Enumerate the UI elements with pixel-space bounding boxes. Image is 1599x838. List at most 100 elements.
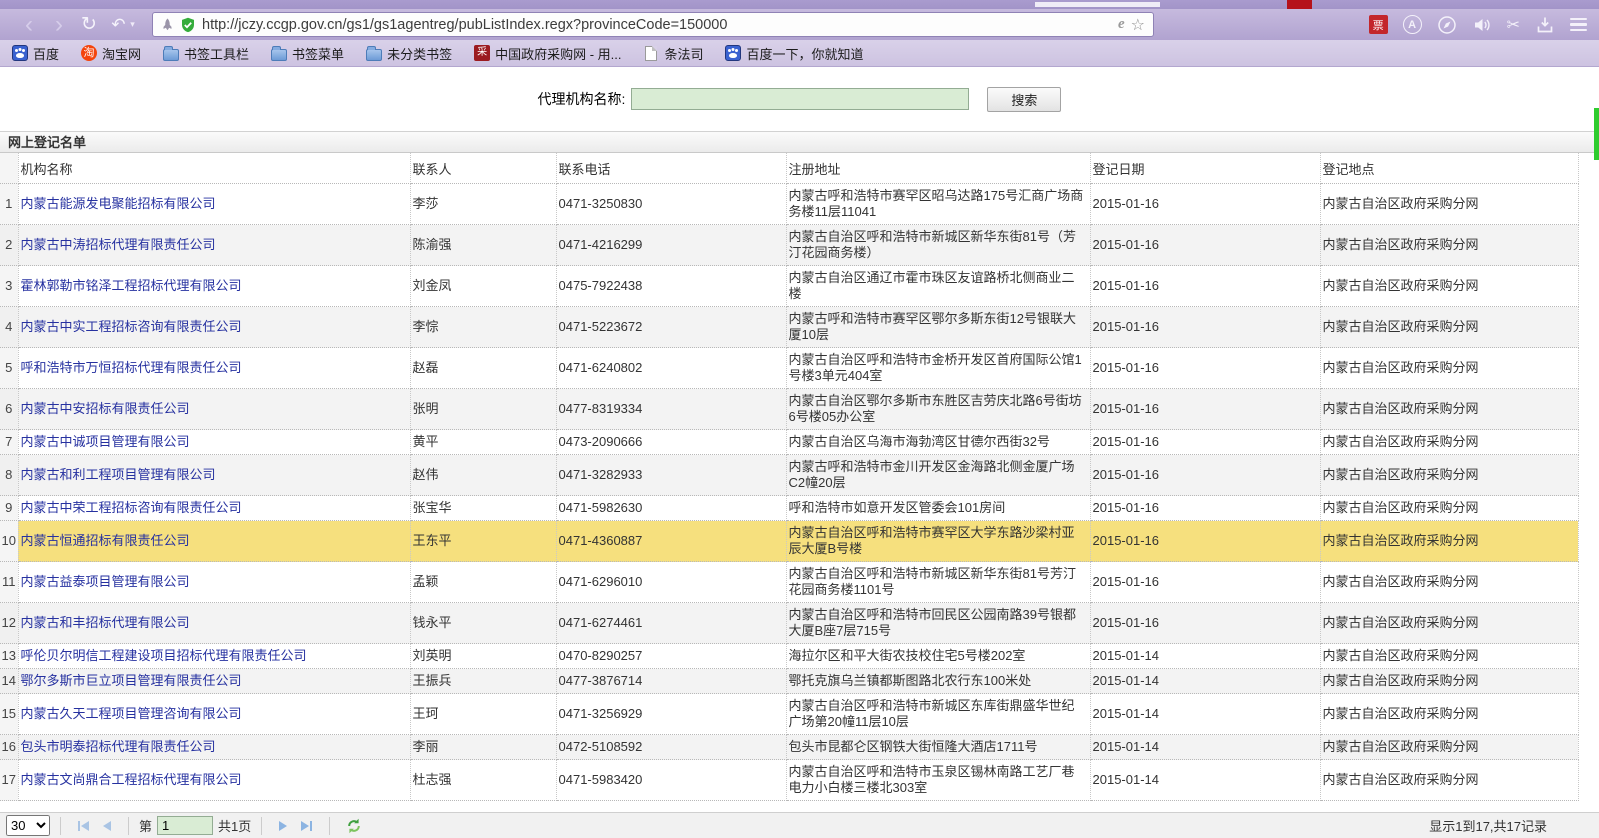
table-row[interactable]: 2内蒙古中涛招标代理有限责任公司陈渝强0471-4216299内蒙古自治区呼和浩… [0, 225, 1578, 266]
agency-name-link[interactable]: 内蒙古中实工程招标咨询有限责任公司 [21, 319, 242, 334]
bookmark-label: 条法司 [664, 44, 703, 63]
menu-icon[interactable] [1570, 18, 1587, 32]
scissors-icon[interactable]: ✂ [1507, 15, 1520, 35]
table-row[interactable]: 7内蒙古中诚项目管理有限公司黄平0473-2090666内蒙古自治区乌海市海勃湾… [0, 430, 1578, 455]
first-page-button[interactable] [78, 821, 89, 831]
agency-name-cell[interactable]: 内蒙古中安招标有限责任公司 [18, 389, 410, 430]
agency-name-link[interactable]: 内蒙古中诚项目管理有限公司 [21, 434, 190, 449]
agency-name-cell[interactable]: 内蒙古能源发电聚能招标有限公司 [18, 184, 410, 225]
row-number-cell: 1 [0, 184, 18, 225]
agency-name-cell[interactable]: 内蒙古中诚项目管理有限公司 [18, 430, 410, 455]
agency-name-link[interactable]: 呼和浩特市万恒招标代理有限责任公司 [21, 360, 242, 375]
date-cell: 2015-01-16 [1090, 521, 1320, 562]
reload-icon[interactable]: ↻ [74, 14, 104, 36]
agency-name-link[interactable]: 内蒙古恒通招标有限责任公司 [21, 533, 190, 548]
agency-name-link[interactable]: 内蒙古和丰招标代理有限公司 [21, 615, 190, 630]
date-cell: 2015-01-14 [1090, 760, 1320, 801]
table-row[interactable]: 11内蒙古益泰项目管理有限公司孟颖0471-6296010内蒙古自治区呼和浩特市… [0, 562, 1578, 603]
agency-name-link[interactable]: 内蒙古久天工程项目管理咨询有限公司 [21, 706, 242, 721]
agency-name-link[interactable]: 包头市明泰招标代理有限责任公司 [21, 739, 216, 754]
next-page-button[interactable] [279, 821, 287, 831]
bookmark-star-icon[interactable]: ☆ [1131, 15, 1145, 35]
agency-name-cell[interactable]: 呼伦贝尔明信工程建设项目招标代理有限责任公司 [18, 644, 410, 669]
contact-cell: 赵伟 [410, 455, 556, 496]
undo-icon[interactable]: ↶ ▾ [104, 13, 142, 36]
agency-name-link[interactable]: 霍林郭勒市铭泽工程招标代理有限公司 [21, 278, 242, 293]
folder-icon [366, 49, 382, 61]
bookmark-item[interactable]: 采中国政府采购网 - 用... [474, 44, 621, 63]
agency-name-link[interactable]: 呼伦贝尔明信工程建设项目招标代理有限责任公司 [21, 648, 307, 663]
agency-name-link[interactable]: 内蒙古和利工程项目管理有限公司 [21, 467, 216, 482]
agency-name-cell[interactable]: 霍林郭勒市铭泽工程招标代理有限公司 [18, 266, 410, 307]
table-row[interactable]: 3霍林郭勒市铭泽工程招标代理有限公司刘金凤0475-7922438内蒙古自治区通… [0, 266, 1578, 307]
circled-a-icon[interactable]: A [1403, 15, 1422, 34]
ticket-icon[interactable]: 票 [1369, 15, 1388, 34]
bookmark-item[interactable]: 书签菜单 [271, 44, 344, 63]
ie-compat-icon[interactable]: e [1118, 16, 1125, 33]
page-number-input[interactable] [157, 816, 213, 835]
table-row[interactable]: 9内蒙古中荣工程招标咨询有限责任公司张宝华0471-5982630呼和浩特市如意… [0, 496, 1578, 521]
agency-name-cell[interactable]: 内蒙古久天工程项目管理咨询有限公司 [18, 694, 410, 735]
table-row[interactable]: 5呼和浩特市万恒招标代理有限责任公司赵磊0471-6240802内蒙古自治区呼和… [0, 348, 1578, 389]
agency-name-cell[interactable]: 包头市明泰招标代理有限责任公司 [18, 735, 410, 760]
column-header: 联系电话 [556, 153, 786, 184]
agency-name-cell[interactable]: 内蒙古和利工程项目管理有限公司 [18, 455, 410, 496]
bookmark-item[interactable]: 百度一下，你就知道 [725, 44, 863, 63]
search-button[interactable]: 搜索 [987, 87, 1061, 112]
phone-cell: 0477-8319334 [556, 389, 786, 430]
table-row[interactable]: 17内蒙古文尚鼎合工程招标代理有限公司杜志强0471-5983420内蒙古自治区… [0, 760, 1578, 801]
address-cell: 内蒙古自治区呼和浩特市新城区新华东街81号（芳汀花园商务楼） [786, 225, 1090, 266]
agency-name-cell[interactable]: 内蒙古益泰项目管理有限公司 [18, 562, 410, 603]
agency-name-link[interactable]: 内蒙古益泰项目管理有限公司 [21, 574, 190, 589]
agency-name-cell[interactable]: 内蒙古恒通招标有限责任公司 [18, 521, 410, 562]
table-row[interactable]: 13呼伦贝尔明信工程建设项目招标代理有限责任公司刘英明0470-8290257海… [0, 644, 1578, 669]
section-title: 网上登记名单 [0, 131, 1599, 153]
agency-name-link[interactable]: 内蒙古文尚鼎合工程招标代理有限公司 [21, 772, 242, 787]
refresh-grid-icon[interactable] [346, 818, 362, 834]
table-row[interactable]: 4内蒙古中实工程招标咨询有限责任公司李悰0471-5223672内蒙古呼和浩特市… [0, 307, 1578, 348]
speaker-icon[interactable] [1472, 15, 1492, 35]
agency-name-input[interactable] [631, 88, 969, 110]
register-site-cell: 内蒙古自治区政府采购分网 [1320, 521, 1578, 562]
table-row[interactable]: 1内蒙古能源发电聚能招标有限公司李莎0471-3250830内蒙古呼和浩特市赛罕… [0, 184, 1578, 225]
prev-page-button[interactable] [103, 821, 111, 831]
agency-name-link[interactable]: 内蒙古中安招标有限责任公司 [21, 401, 190, 416]
divider [60, 817, 61, 835]
table-row[interactable]: 15内蒙古久天工程项目管理咨询有限公司王珂0471-3256929内蒙古自治区呼… [0, 694, 1578, 735]
bookmark-item[interactable]: 书签工具栏 [163, 44, 249, 63]
security-shield-icon[interactable] [180, 17, 196, 33]
table-row[interactable]: 16包头市明泰招标代理有限责任公司李丽0472-5108592包头市昆都仑区钢铁… [0, 735, 1578, 760]
register-site-cell: 内蒙古自治区政府采购分网 [1320, 184, 1578, 225]
bookmark-item[interactable]: 百度 [12, 44, 59, 63]
table-row[interactable]: 14鄂尔多斯市巨立项目管理有限责任公司王振兵0477-3876714鄂托克旗乌兰… [0, 669, 1578, 694]
forward-icon[interactable]: › [44, 14, 74, 36]
agency-name-cell[interactable]: 呼和浩特市万恒招标代理有限责任公司 [18, 348, 410, 389]
agency-name-link[interactable]: 内蒙古能源发电聚能招标有限公司 [21, 196, 216, 211]
table-row[interactable]: 6内蒙古中安招标有限责任公司张明0477-8319334内蒙古自治区鄂尔多斯市东… [0, 389, 1578, 430]
url-bar[interactable]: http://jczy.ccgp.gov.cn/gs1/gs1agentreg/… [152, 12, 1154, 37]
agency-name-cell[interactable]: 内蒙古中荣工程招标咨询有限责任公司 [18, 496, 410, 521]
table-row[interactable]: 8内蒙古和利工程项目管理有限公司赵伟0471-3282933内蒙古呼和浩特市金川… [0, 455, 1578, 496]
download-icon[interactable] [1535, 15, 1555, 35]
date-cell: 2015-01-14 [1090, 644, 1320, 669]
compass-icon[interactable] [1437, 15, 1457, 35]
bookmark-item[interactable]: 条法司 [643, 44, 703, 63]
page-size-select[interactable]: 30 [6, 815, 50, 836]
agency-name-cell[interactable]: 鄂尔多斯市巨立项目管理有限责任公司 [18, 669, 410, 694]
bookmark-item[interactable]: 淘淘宝网 [81, 44, 141, 63]
table-row[interactable]: 12内蒙古和丰招标代理有限公司钱永平0471-6274461内蒙古自治区呼和浩特… [0, 603, 1578, 644]
date-cell: 2015-01-16 [1090, 455, 1320, 496]
table-row[interactable]: 10内蒙古恒通招标有限责任公司王东平0471-4360887内蒙古自治区呼和浩特… [0, 521, 1578, 562]
agency-name-link[interactable]: 内蒙古中荣工程招标咨询有限责任公司 [21, 500, 242, 515]
agency-name-cell[interactable]: 内蒙古中实工程招标咨询有限责任公司 [18, 307, 410, 348]
back-icon[interactable]: ‹ [14, 14, 44, 36]
last-page-button[interactable] [301, 821, 312, 831]
agency-name-cell[interactable]: 内蒙古和丰招标代理有限公司 [18, 603, 410, 644]
agency-name-cell[interactable]: 内蒙古中涛招标代理有限责任公司 [18, 225, 410, 266]
scroll-indicator[interactable] [1594, 108, 1599, 160]
bookmark-item[interactable]: 未分类书签 [366, 44, 452, 63]
address-cell: 海拉尔区和平大街农技校住宅5号楼202室 [786, 644, 1090, 669]
agency-name-link[interactable]: 鄂尔多斯市巨立项目管理有限责任公司 [21, 673, 242, 688]
agency-name-link[interactable]: 内蒙古中涛招标代理有限责任公司 [21, 237, 216, 252]
agency-name-cell[interactable]: 内蒙古文尚鼎合工程招标代理有限公司 [18, 760, 410, 801]
